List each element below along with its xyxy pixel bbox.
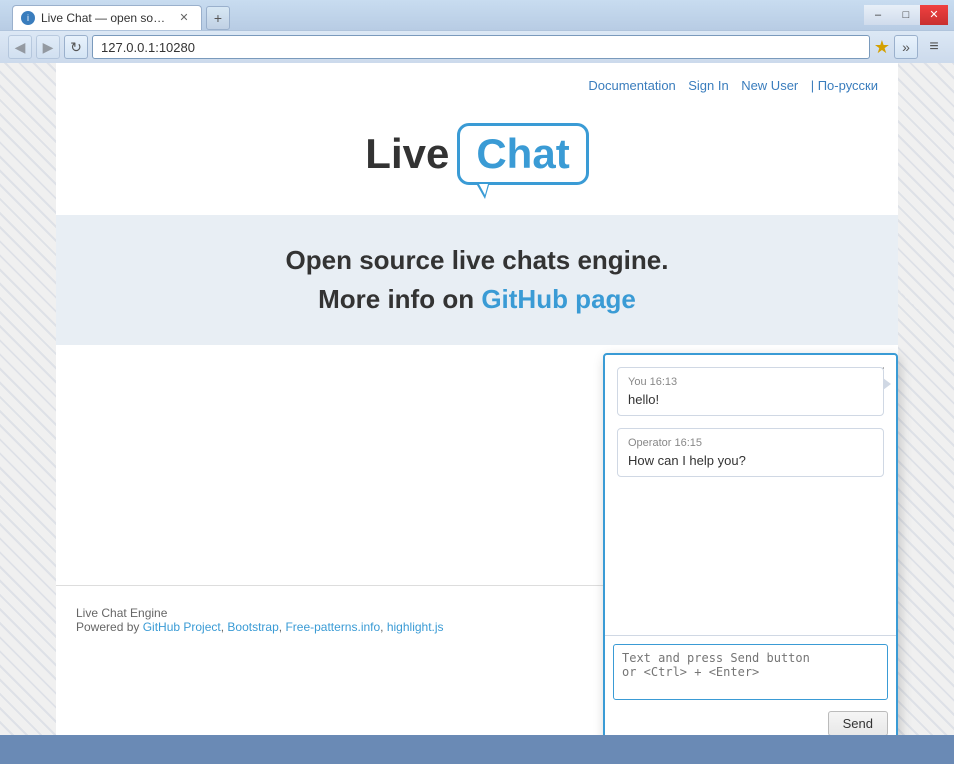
chat-message-you: You 16:13 hello!	[617, 367, 884, 416]
tab-close-button[interactable]: ✕	[177, 11, 191, 25]
site-navigation: Documentation Sign In New User | По-русс…	[56, 63, 898, 103]
nav-bar: ◀ ▶ ↻ ★ » ≡	[0, 30, 954, 63]
documentation-link[interactable]: Documentation	[588, 78, 675, 93]
browser-window: i Live Chat — open source liv... ✕ + – □…	[0, 0, 954, 735]
hero-title: Open source live chats engine.	[96, 245, 858, 276]
hero-subtitle-text: More info on	[318, 284, 481, 314]
extensions-button[interactable]: »	[894, 35, 918, 59]
chat-widget: × You 16:13 hello! Operator 16:15 How ca…	[603, 353, 898, 735]
logo-chat: Chat	[476, 130, 569, 177]
logo-area: Live Chat	[56, 103, 898, 215]
sign-in-link[interactable]: Sign In	[688, 78, 728, 93]
footer-bootstrap-link[interactable]: Bootstrap	[227, 620, 278, 634]
chat-message-operator: Operator 16:15 How can I help you?	[617, 428, 884, 477]
title-bar: i Live Chat — open source liv... ✕ + – □…	[0, 0, 954, 30]
back-button[interactable]: ◀	[8, 35, 32, 59]
logo-live: Live	[365, 130, 449, 178]
chat-messages: You 16:13 hello! Operator 16:15 How can …	[605, 355, 896, 635]
logo-chat-bubble: Chat	[457, 123, 588, 185]
footer-highlight-link[interactable]: highlight.js	[387, 620, 444, 634]
github-link[interactable]: GitHub page	[481, 284, 636, 314]
refresh-button[interactable]: ↻	[64, 35, 88, 59]
chat-input-area: Send	[605, 635, 896, 735]
tab-favicon: i	[21, 11, 35, 25]
footer-github-link[interactable]: GitHub Project	[143, 620, 221, 634]
chat-message-you-text: hello!	[628, 392, 873, 407]
hero-section: Open source live chats engine. More info…	[56, 215, 898, 345]
page-content: Documentation Sign In New User | По-русс…	[0, 63, 954, 735]
chat-message-operator-text: How can I help you?	[628, 453, 873, 468]
browser-tab[interactable]: i Live Chat — open source liv... ✕	[12, 5, 202, 30]
new-tab-button[interactable]: +	[206, 6, 230, 30]
close-window-button[interactable]: ✕	[920, 5, 948, 25]
address-bar[interactable]	[92, 35, 870, 59]
chat-send-button[interactable]: Send	[828, 711, 888, 735]
chat-textarea[interactable]	[613, 644, 888, 700]
logo-bubble-tail-inner	[479, 184, 488, 195]
new-user-link[interactable]: New User	[741, 78, 798, 93]
chat-message-you-meta: You 16:13	[628, 376, 873, 388]
minimize-button[interactable]: –	[864, 5, 892, 25]
browser-menu-button[interactable]: ≡	[922, 35, 946, 59]
logo-bubble-box: Chat	[457, 123, 588, 185]
chat-message-operator-meta: Operator 16:15	[628, 437, 873, 449]
hero-subtitle: More info on GitHub page	[96, 284, 858, 315]
logo: Live Chat	[365, 123, 588, 185]
footer-freepatterns-link[interactable]: Free-patterns.info	[285, 620, 380, 634]
chat-send-row: Send	[613, 711, 888, 735]
maximize-button[interactable]: □	[892, 5, 920, 25]
bookmark-star-icon[interactable]: ★	[874, 37, 890, 58]
chat-message-you-tail	[883, 378, 891, 390]
russian-link[interactable]: | По-русски	[811, 78, 878, 93]
forward-button[interactable]: ▶	[36, 35, 60, 59]
tab-title: Live Chat — open source liv...	[41, 11, 171, 25]
